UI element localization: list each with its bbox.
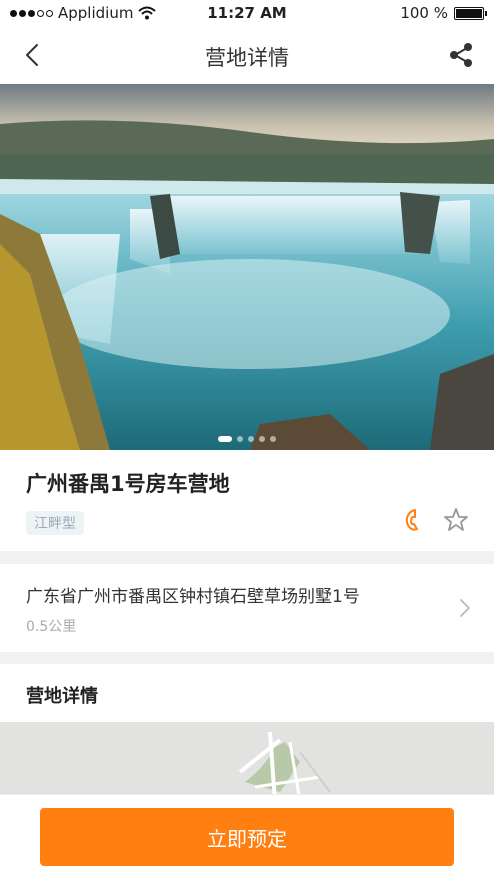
book-now-button[interactable]: 立即预定 (40, 808, 454, 866)
gallery-pager (0, 436, 494, 442)
camp-type-badge: 江畔型 (26, 511, 84, 535)
battery-icon (454, 6, 487, 20)
chevron-right-icon (460, 599, 470, 617)
waterfall-photo[interactable] (0, 84, 494, 450)
phone-icon[interactable] (398, 506, 426, 534)
camp-info-card: 广州番禺1号房车营地 江畔型 (0, 450, 494, 551)
pager-dot (270, 436, 276, 442)
distance-label: 0.5公里 (26, 619, 77, 635)
bottom-action-bar: 立即预定 (0, 794, 494, 880)
status-bar: Applidium 11:27 AM 100 % (0, 0, 494, 26)
map-preview[interactable] (0, 722, 494, 802)
address-text: 广东省广州市番禺区钟村镇石壁草场别墅1号 (26, 587, 360, 607)
address-row[interactable]: 广东省广州市番禺区钟村镇石壁草场别墅1号 0.5公里 (0, 564, 494, 652)
nav-bar: 营地详情 (0, 26, 494, 84)
pager-dot (237, 436, 243, 442)
pager-dot (248, 436, 254, 442)
section-title: 营地详情 (26, 686, 98, 707)
page-title: 营地详情 (205, 46, 289, 70)
battery-percent: 100 % (400, 4, 448, 22)
share-icon[interactable] (446, 40, 476, 70)
status-right: 100 % (400, 4, 487, 22)
star-outline-icon[interactable] (442, 506, 470, 534)
pager-dot (259, 436, 265, 442)
camp-name: 广州番禺1号房车营地 (26, 472, 230, 496)
pager-dot (218, 436, 232, 442)
